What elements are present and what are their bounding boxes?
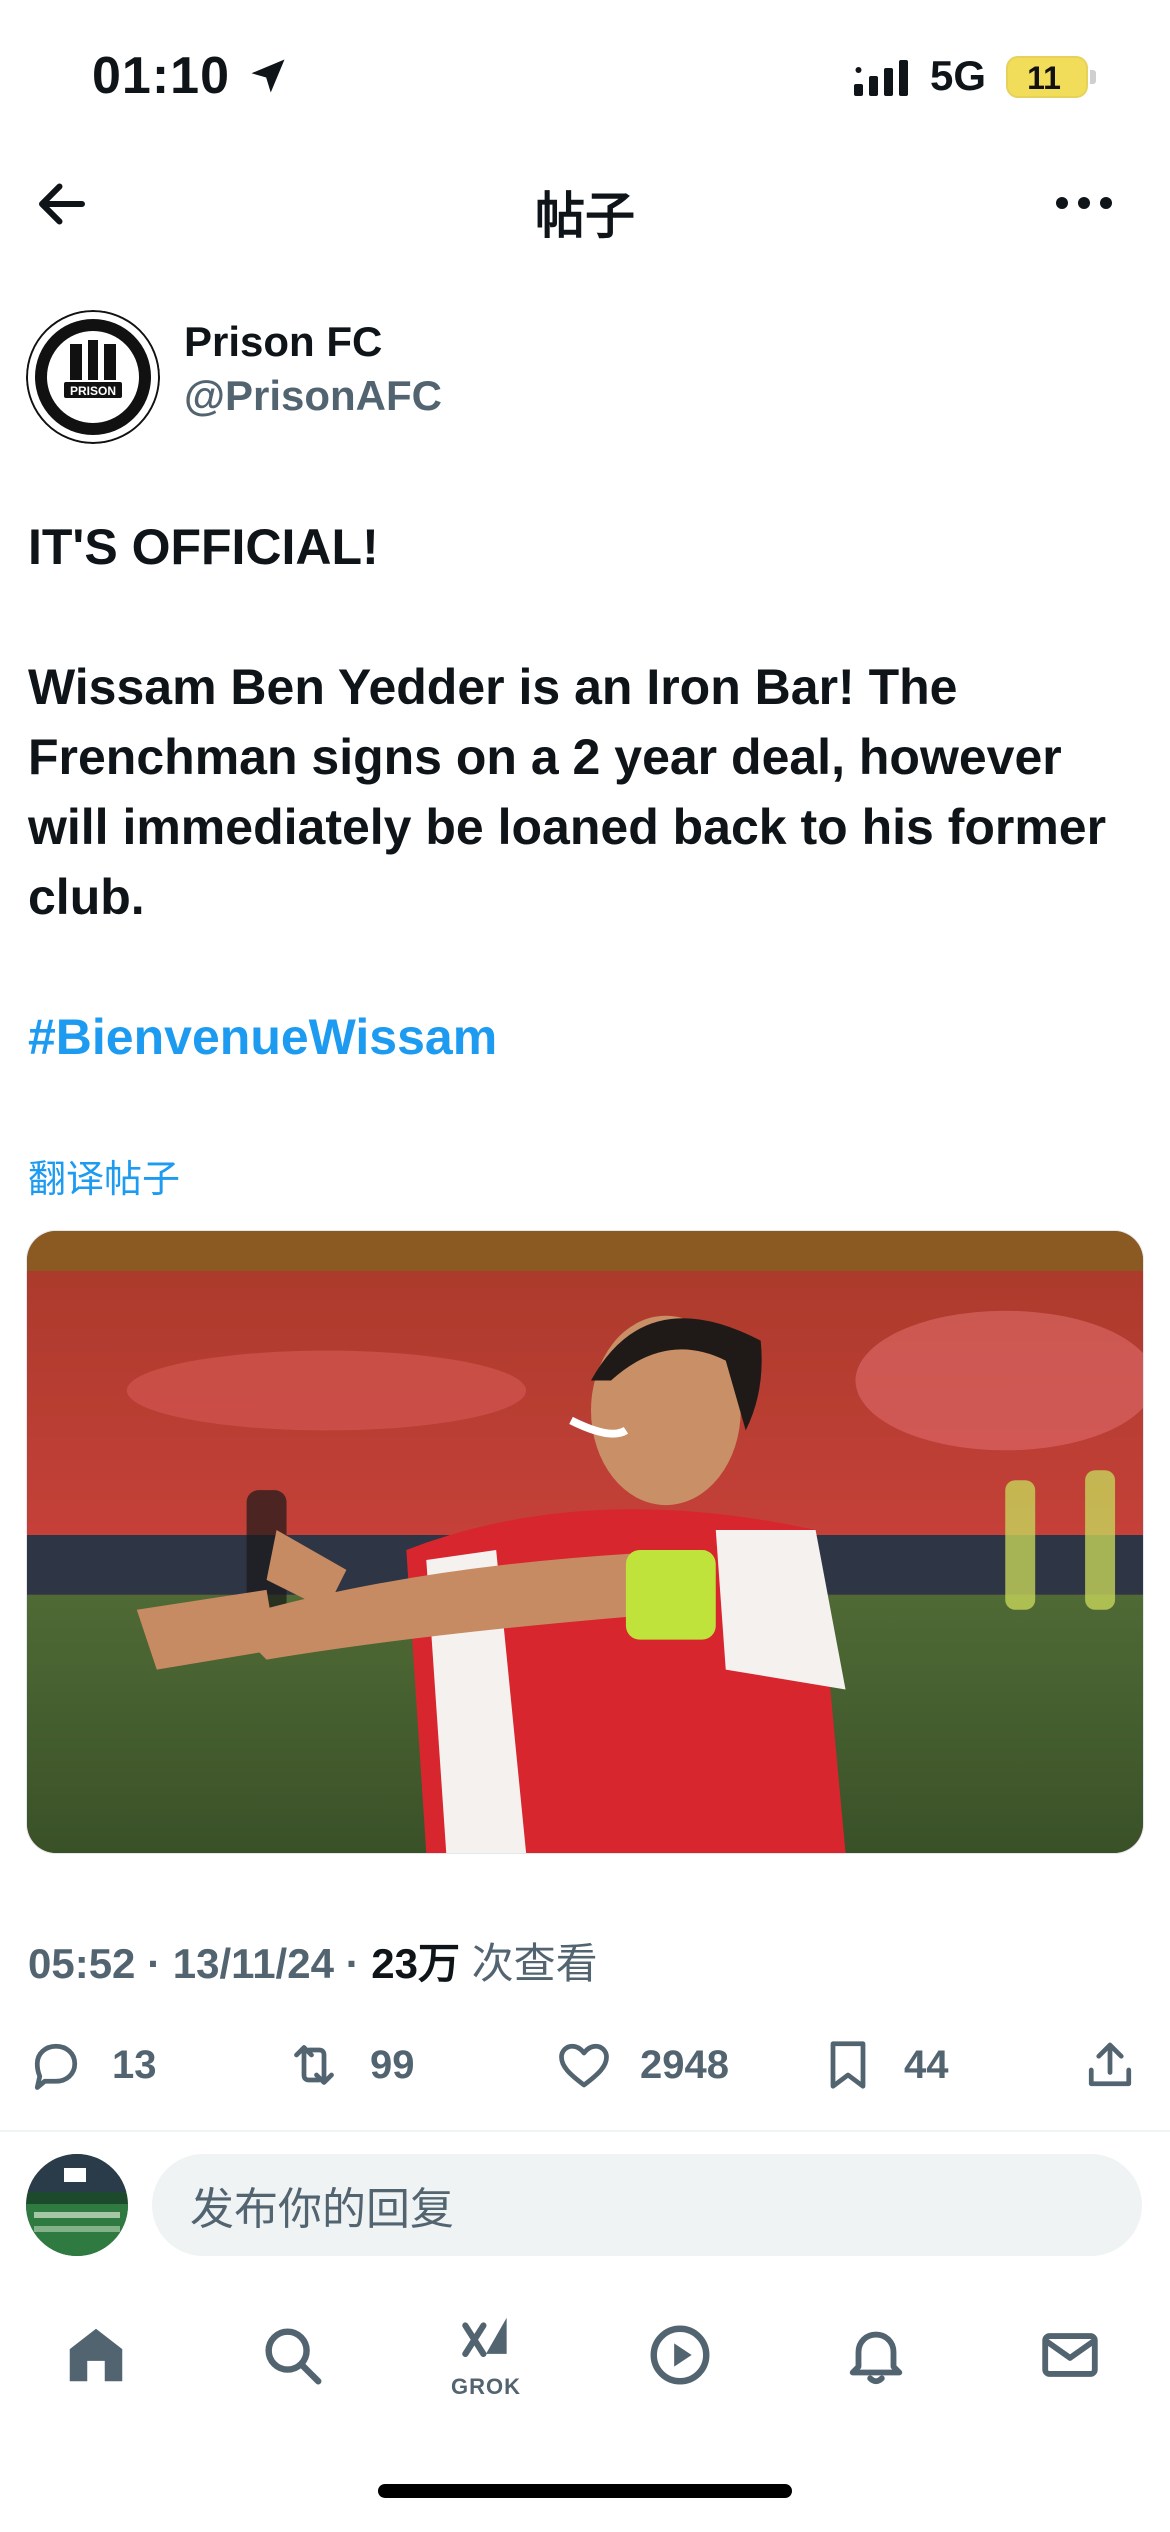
- grok-icon: [462, 2317, 507, 2358]
- tweet-body: Wissam Ben Yedder is an Iron Bar! The Fr…: [28, 659, 1107, 925]
- user-avatar[interactable]: [26, 2154, 128, 2256]
- tab-notifications[interactable]: [816, 2290, 936, 2420]
- meta-separator: ·: [345, 1940, 360, 1987]
- tweet-image[interactable]: [26, 1230, 1144, 1854]
- tab-search[interactable]: [232, 2290, 352, 2420]
- divider: [0, 2130, 1170, 2132]
- views-count: 23万: [371, 1940, 460, 1987]
- battery-level: 11: [1027, 60, 1061, 96]
- battery-cap: [1090, 70, 1096, 84]
- tab-bar: GROK: [0, 2290, 1170, 2440]
- status-time: 01:10: [92, 47, 230, 105]
- like-count: 2948: [640, 2042, 729, 2087]
- search-icon: [265, 2328, 322, 2385]
- network-type: 5G: [930, 52, 987, 99]
- reply-icon: [34, 2043, 78, 2090]
- home-indicator: [378, 2484, 792, 2498]
- tweet-meta: 05:52 · 13/11/24 · 23万 次查看: [28, 1930, 598, 1991]
- home-icon: [69, 2328, 123, 2382]
- bookmark-count: 44: [904, 2042, 949, 2087]
- share-icon: [1088, 2042, 1132, 2087]
- translate-post-link[interactable]: 翻译帖子: [28, 1148, 180, 1203]
- tweet-headline: IT'S OFFICIAL!: [28, 519, 379, 575]
- more-icon[interactable]: [1052, 188, 1116, 218]
- author-name[interactable]: Prison FC: [184, 318, 382, 366]
- tweet-actions: 13 99 2948 44: [0, 2022, 1170, 2108]
- repost-button[interactable]: 99: [284, 2022, 415, 2108]
- heart-icon: [559, 2043, 609, 2088]
- status-bar: 01:10 5G 11: [0, 0, 1170, 150]
- tab-messages[interactable]: [1010, 2290, 1130, 2420]
- tweet-time: 05:52: [28, 1940, 136, 1987]
- grok-label: GROK: [451, 2374, 521, 2399]
- location-arrow-icon: [251, 59, 285, 93]
- tab-home[interactable]: [36, 2290, 156, 2420]
- tab-video[interactable]: [620, 2290, 740, 2420]
- reply-button[interactable]: 13: [26, 2022, 157, 2108]
- nav-bar: 帖子: [0, 150, 1170, 270]
- bookmark-button[interactable]: 44: [818, 2022, 949, 2108]
- tweet-hashtag[interactable]: #BienvenueWissam: [28, 1002, 1148, 1072]
- signal-icon: [854, 60, 908, 96]
- reply-count: 13: [112, 2042, 157, 2087]
- share-button[interactable]: [1080, 2022, 1140, 2108]
- author-avatar[interactable]: PRISON: [26, 310, 160, 444]
- author-handle[interactable]: @PrisonAFC: [184, 372, 442, 420]
- battery-charging-icon: 11: [1006, 56, 1088, 98]
- mail-icon: [1042, 2333, 1098, 2377]
- reply-input[interactable]: 发布你的回复: [152, 2154, 1142, 2256]
- repost-count: 99: [370, 2042, 415, 2087]
- tweet-text: IT'S OFFICIAL! Wissam Ben Yedder is an I…: [28, 512, 1148, 1072]
- page-title: 帖子: [535, 188, 635, 244]
- tweet-date: 13/11/24: [172, 1940, 334, 1987]
- views-label: 次查看: [471, 1940, 598, 1987]
- bookmark-icon: [830, 2041, 866, 2089]
- meta-separator: ·: [147, 1940, 162, 1987]
- repost-icon: [294, 2045, 334, 2085]
- video-play-icon: [650, 2325, 710, 2385]
- like-button[interactable]: 2948: [554, 2022, 729, 2108]
- avatar-logo-text: PRISON: [70, 384, 116, 398]
- tab-grok[interactable]: GROK: [426, 2290, 546, 2420]
- notifications-bell-icon: [849, 2331, 903, 2385]
